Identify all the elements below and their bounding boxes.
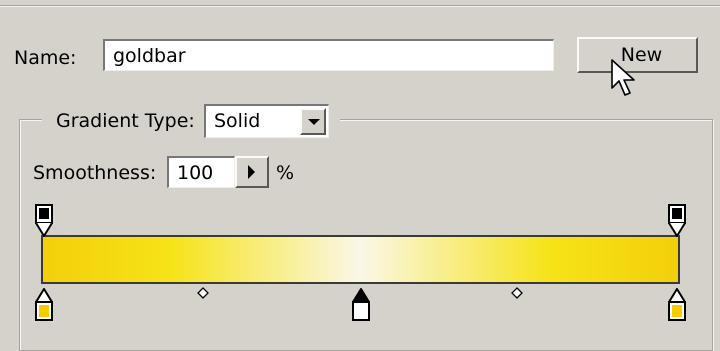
midpoint-diamond-left[interactable]	[197, 287, 209, 299]
play-arrow-icon[interactable]	[235, 156, 269, 188]
top-divider-highlight	[0, 6, 720, 7]
dropdown-arrow-icon[interactable]	[300, 108, 326, 135]
smoothness-label: Smoothness:	[33, 162, 157, 184]
opacity-stop-left[interactable]	[33, 203, 55, 239]
gradient-type-select[interactable]: Solid	[204, 104, 329, 138]
opacity-stop-right[interactable]	[666, 203, 688, 239]
name-input[interactable]	[103, 39, 554, 71]
midpoint-diamond-right[interactable]	[511, 287, 523, 299]
gradient-type-label: Gradient Type:	[56, 110, 195, 132]
color-stop-right[interactable]	[666, 287, 688, 323]
color-stop-center-selected[interactable]	[350, 287, 372, 323]
gradient-type-value: Solid	[214, 110, 261, 132]
color-stop-left[interactable]	[33, 287, 55, 323]
percent-label: %	[276, 162, 295, 184]
gradient-bar[interactable]	[41, 235, 680, 284]
smoothness-input[interactable]	[167, 156, 235, 188]
cursor-arrow-icon	[611, 59, 635, 96]
name-label: Name:	[14, 47, 77, 69]
new-button[interactable]: New	[577, 37, 698, 73]
